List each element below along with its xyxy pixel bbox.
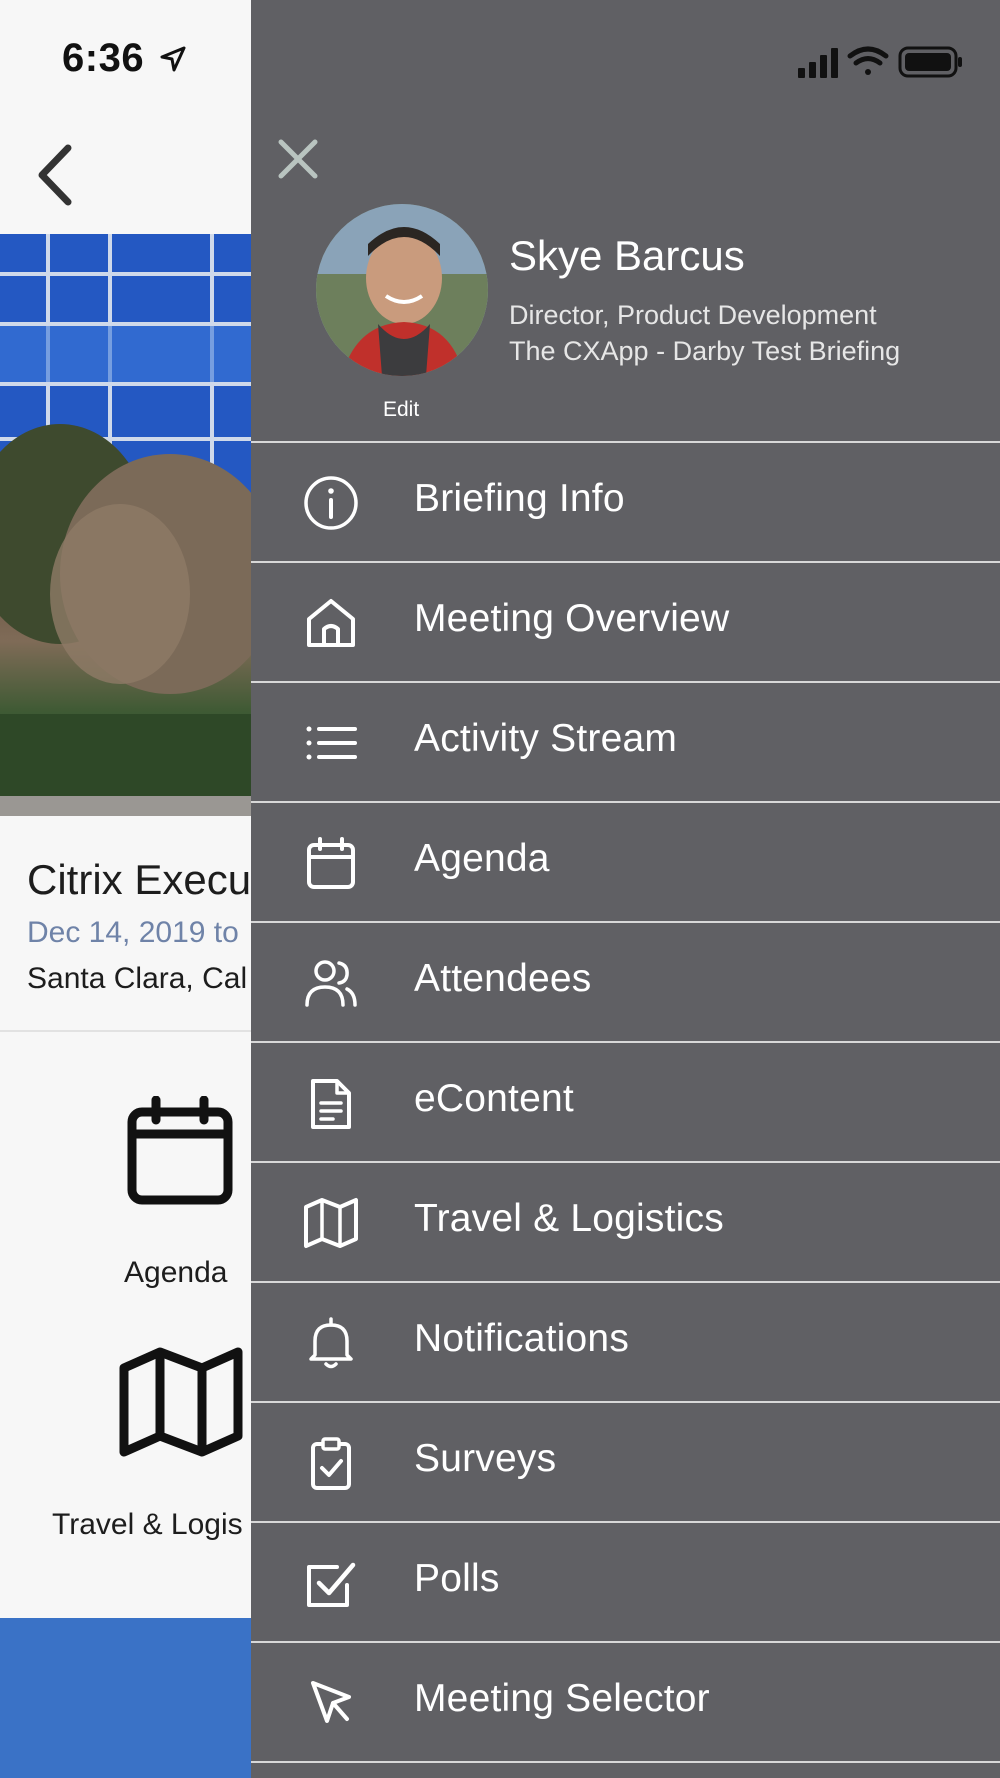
battery-icon xyxy=(898,46,962,78)
tile-label-agenda[interactable]: Agenda xyxy=(124,1256,227,1290)
cursor-icon xyxy=(311,1681,351,1723)
calendar-icon[interactable] xyxy=(124,1096,236,1208)
users-icon xyxy=(305,960,357,1007)
menu-label: Meeting Selector xyxy=(414,1677,710,1720)
menu-label: Meeting Overview xyxy=(414,597,730,640)
wifi-icon xyxy=(847,46,889,75)
menu-item-polls[interactable]: Polls xyxy=(251,1521,1000,1641)
profile-org: The CXApp - Darby Test Briefing xyxy=(509,336,901,366)
menu-label: Activity Stream xyxy=(414,717,678,760)
background-clip: 6:36 Citrix Execu Dec 14, 2019 to Santa … xyxy=(0,0,252,1778)
status-time: 6:36 xyxy=(62,36,145,80)
event-hero-image xyxy=(0,234,252,816)
event-date: Dec 14, 2019 to xyxy=(27,916,239,949)
menu-item-meeting-selector[interactable]: Meeting Selector xyxy=(251,1641,1000,1763)
map-icon xyxy=(304,1198,358,1248)
menu-label: Attendees xyxy=(414,957,592,1000)
menu-item-travel-logistics[interactable]: Travel & Logistics xyxy=(251,1161,1000,1281)
menu-label: eContent xyxy=(414,1077,574,1120)
menu-label: Briefing Info xyxy=(414,477,625,520)
menu-item-attendees[interactable]: Attendees xyxy=(251,921,1000,1041)
tile-label-travel[interactable]: Travel & Logis xyxy=(52,1508,243,1542)
menu-label: Surveys xyxy=(414,1437,557,1480)
menu-item-notifications[interactable]: Notifications xyxy=(251,1281,1000,1401)
event-location: Santa Clara, Cal xyxy=(27,962,248,995)
drawer-menu: Briefing Info Meeting Overview Activity … xyxy=(251,441,1000,1763)
list-icon xyxy=(306,726,357,760)
location-arrow-icon xyxy=(160,46,186,72)
profile-name: Skye Barcus xyxy=(509,232,745,279)
menu-item-econtent[interactable]: eContent xyxy=(251,1041,1000,1161)
menu-label: Agenda xyxy=(414,837,550,880)
calendar-icon xyxy=(307,837,355,889)
menu-label: Polls xyxy=(414,1557,500,1600)
document-icon xyxy=(311,1079,351,1129)
menu-label: Notifications xyxy=(414,1317,630,1360)
clipboard-check-icon xyxy=(311,1437,351,1490)
info-icon xyxy=(304,476,358,530)
trees-graphic xyxy=(0,424,252,816)
edit-profile-link[interactable]: Edit xyxy=(383,398,419,422)
map-icon[interactable] xyxy=(118,1346,244,1458)
bottom-bar xyxy=(0,1618,252,1778)
menu-item-surveys[interactable]: Surveys xyxy=(251,1401,1000,1521)
profile-title: Director, Product Development xyxy=(509,300,877,330)
menu-item-activity-stream[interactable]: Activity Stream xyxy=(251,681,1000,801)
home-icon xyxy=(307,599,355,647)
avatar-photo xyxy=(316,204,488,376)
menu-item-agenda[interactable]: Agenda xyxy=(251,801,1000,921)
signal-icon xyxy=(798,48,838,78)
checkbox-icon xyxy=(307,1562,356,1607)
menu-item-briefing-info[interactable]: Briefing Info xyxy=(251,441,1000,561)
menu-item-meeting-overview[interactable]: Meeting Overview xyxy=(251,561,1000,681)
status-bar-icons xyxy=(798,46,962,78)
close-icon[interactable] xyxy=(271,132,325,186)
bell-icon xyxy=(309,1317,353,1369)
back-chevron-icon[interactable] xyxy=(30,140,80,210)
divider xyxy=(0,1030,252,1032)
side-drawer: Edit Skye Barcus Director, Product Devel… xyxy=(251,0,1000,1778)
menu-label: Travel & Logistics xyxy=(414,1197,724,1240)
avatar[interactable] xyxy=(316,204,488,376)
event-title: Citrix Execu xyxy=(27,856,252,903)
